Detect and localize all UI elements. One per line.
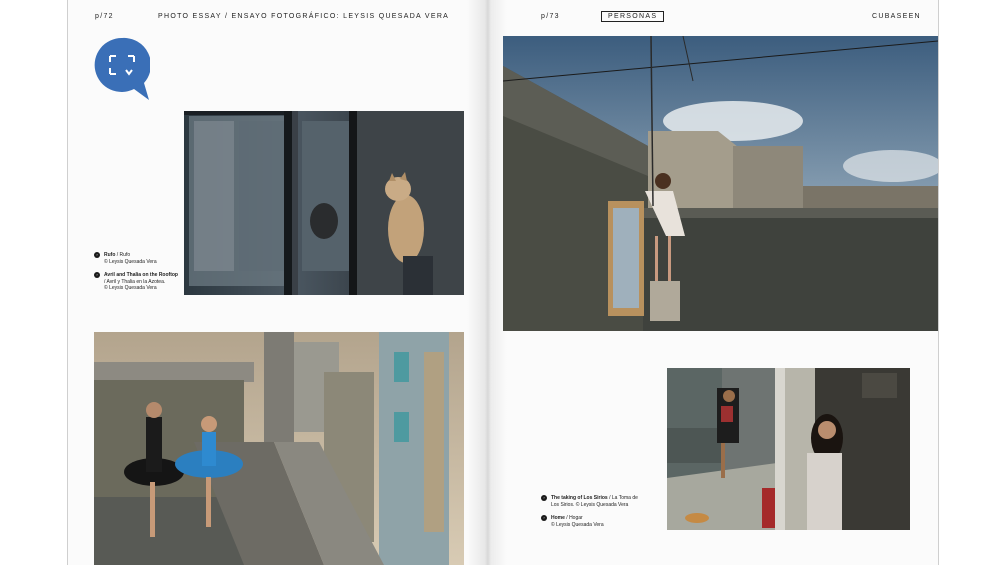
essay-title: PHOTO ESSAY / ENSAYO FOTOGRÁFICO: LEYSIS… bbox=[158, 13, 450, 20]
photo-avril-and-thalia-rooftop bbox=[94, 332, 464, 565]
bullet-icon: › bbox=[541, 495, 547, 501]
photo-home bbox=[667, 368, 910, 530]
caption-translation: / Avril y Thalia en la Azotea. bbox=[104, 278, 166, 285]
brand-name: CUBASEEN bbox=[872, 13, 921, 20]
caption-translation: / Rufo bbox=[115, 252, 131, 258]
caption-title: Rufo bbox=[104, 252, 116, 258]
photo-rufo bbox=[184, 111, 464, 295]
bullet-icon: › bbox=[94, 272, 100, 278]
caption-credit: © Leysis Quesada Vera bbox=[104, 285, 157, 292]
photo-taking-of-los-sirios bbox=[503, 36, 938, 331]
bullet-icon: › bbox=[541, 515, 547, 521]
caption-home: › Home / Hogar © Leysis Quesada Vera bbox=[541, 515, 631, 528]
caption-title: The taking of Los Sirios bbox=[551, 495, 608, 501]
bullet-icon: › bbox=[94, 252, 100, 258]
caption-avril-and-thalia: › Avril and Thalia on the Rooftop / Avri… bbox=[94, 272, 179, 292]
caption-credit: © Leysis Quesada Vera bbox=[104, 258, 157, 265]
section-label: PERSONAS bbox=[601, 11, 665, 22]
caption-credit: © Leysis Quesada Vera bbox=[551, 521, 604, 528]
caption-translation: / Hogar bbox=[564, 515, 583, 521]
caption-taking-of-los-sirios: › The taking of Los Sirios / La Toma de … bbox=[541, 495, 641, 508]
caption-credit: © Leysis Quesada Vera bbox=[575, 501, 629, 508]
caption-title: Avril and Thalia on the Rooftop bbox=[104, 272, 178, 278]
right-page-number: p/73 bbox=[541, 13, 560, 20]
camera-frame-icon bbox=[94, 37, 151, 101]
left-page-number: p/72 bbox=[95, 13, 114, 20]
caption-title: Home bbox=[551, 515, 565, 521]
page-gutter-shadow bbox=[467, 0, 507, 565]
caption-rufo: › Rufo / Rufo © Leysis Quesada Vera bbox=[94, 252, 184, 265]
